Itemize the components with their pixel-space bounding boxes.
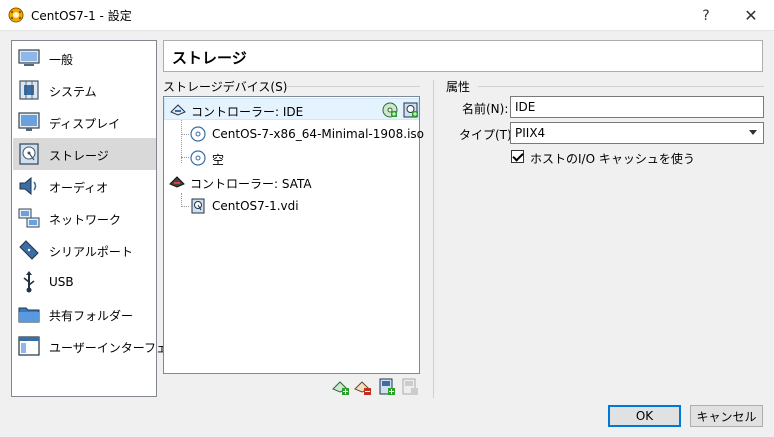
- shared-folder-icon: [17, 302, 41, 326]
- sidebar-item-network[interactable]: ネットワーク: [13, 202, 156, 234]
- type-label: タイプ(T):: [459, 128, 516, 142]
- title-bar: CentOS7-1 - 設定 ? ✕: [0, 0, 774, 31]
- sidebar-item-general[interactable]: 一般: [13, 42, 156, 74]
- remove-attachment-icon: [401, 378, 419, 396]
- page-title: ストレージ: [172, 49, 247, 67]
- optical-disk-icon: [190, 126, 206, 142]
- window-title: CentOS7-1 - 設定: [31, 9, 132, 23]
- audio-icon: [17, 174, 41, 198]
- sidebar-item-label: USB: [49, 275, 74, 289]
- attributes-group-label: 属性: [446, 78, 475, 95]
- sidebar-item-label: ネットワーク: [49, 213, 122, 227]
- display-icon: [17, 110, 41, 134]
- sidebar-item-label: 共有フォルダー: [49, 309, 134, 323]
- sidebar-item-user-interface[interactable]: ユーザーインターフェース: [13, 330, 191, 362]
- sidebar-item-label: ストレージ: [49, 149, 109, 163]
- sidebar-item-system[interactable]: システム: [13, 74, 156, 106]
- sidebar-item-label: シリアルポート: [49, 245, 133, 259]
- panel-divider: [433, 80, 434, 398]
- tree-item-label: 空: [212, 153, 225, 167]
- sidebar-item-label: ディスプレイ: [49, 117, 121, 131]
- network-icon: [17, 206, 41, 230]
- close-button[interactable]: ✕: [728, 0, 774, 31]
- tree-item-ide-controller[interactable]: コントローラー: IDE: [164, 98, 419, 120]
- remove-controller-icon[interactable]: [354, 378, 372, 396]
- add-attachment-icon[interactable]: [378, 378, 396, 396]
- host-io-cache-label[interactable]: ホストのI/O キャッシュを使う: [530, 150, 695, 167]
- help-button[interactable]: ?: [683, 0, 729, 31]
- sidebar-item-storage[interactable]: ストレージ: [13, 138, 156, 170]
- user-interface-icon: [17, 334, 41, 358]
- type-select[interactable]: PIIX4: [510, 122, 764, 144]
- sidebar-item-serial-port[interactable]: シリアルポート: [13, 234, 156, 266]
- tree-item-label: CentOS7-1.vdi: [212, 199, 299, 213]
- tree-item-label: CentOS-7-x86_64-Minimal-1908.iso: [212, 127, 425, 141]
- ide-controller-icon: [170, 102, 186, 118]
- group-divider: [478, 86, 764, 87]
- serial-port-icon: [17, 238, 41, 262]
- name-label: 名前(N):: [462, 102, 509, 116]
- sidebar-item-audio[interactable]: オーディオ: [13, 170, 156, 202]
- tree-item-sata-controller[interactable]: コントローラー: SATA: [164, 171, 419, 193]
- add-controller-icon[interactable]: [332, 378, 350, 396]
- sidebar-item-label: 一般: [49, 53, 74, 67]
- storage-devices-group-label: ストレージデバイス(S): [163, 78, 292, 95]
- tree-item-label: コントローラー: IDE: [191, 105, 304, 119]
- settings-sidebar: 一般 システム ディスプレイ ストレージ オーディオ ネットワーク シリアルポー…: [11, 40, 191, 397]
- ok-button[interactable]: OK: [608, 405, 681, 427]
- optical-disk-icon: [190, 150, 206, 166]
- page-title-box: ストレージ: [163, 40, 763, 72]
- host-io-cache-checkbox[interactable]: [511, 150, 524, 163]
- tree-item-empty[interactable]: 空: [164, 147, 419, 169]
- hard-disk-icon: [190, 198, 206, 214]
- sidebar-item-label: システム: [49, 85, 97, 99]
- type-select-value: PIIX4: [515, 126, 546, 140]
- general-icon: [17, 46, 41, 70]
- sidebar-item-usb[interactable]: USB: [13, 266, 156, 298]
- system-icon: [17, 78, 41, 102]
- sidebar-item-display[interactable]: ディスプレイ: [13, 106, 156, 138]
- add-hard-disk-icon[interactable]: [403, 102, 419, 118]
- usb-icon: [17, 270, 41, 294]
- tree-item-label: コントローラー: SATA: [190, 177, 312, 191]
- sata-controller-icon: [169, 174, 185, 190]
- tree-item-vdi[interactable]: CentOS7-1.vdi: [164, 195, 419, 217]
- storage-icon: [17, 142, 41, 166]
- sidebar-item-shared-folder[interactable]: 共有フォルダー: [13, 298, 156, 330]
- storage-tree[interactable]: コントローラー: IDE CentOS-7-x86_64-Minimal-190…: [163, 96, 424, 374]
- tree-item-iso[interactable]: CentOS-7-x86_64-Minimal-1908.iso: [164, 123, 424, 145]
- add-optical-drive-icon[interactable]: [382, 102, 398, 118]
- sidebar-item-label: オーディオ: [49, 181, 109, 195]
- chevron-down-icon: [749, 130, 757, 135]
- virtualbox-icon: [8, 7, 24, 23]
- cancel-button[interactable]: キャンセル: [690, 405, 763, 427]
- group-divider: [286, 86, 420, 87]
- name-input[interactable]: [510, 96, 764, 118]
